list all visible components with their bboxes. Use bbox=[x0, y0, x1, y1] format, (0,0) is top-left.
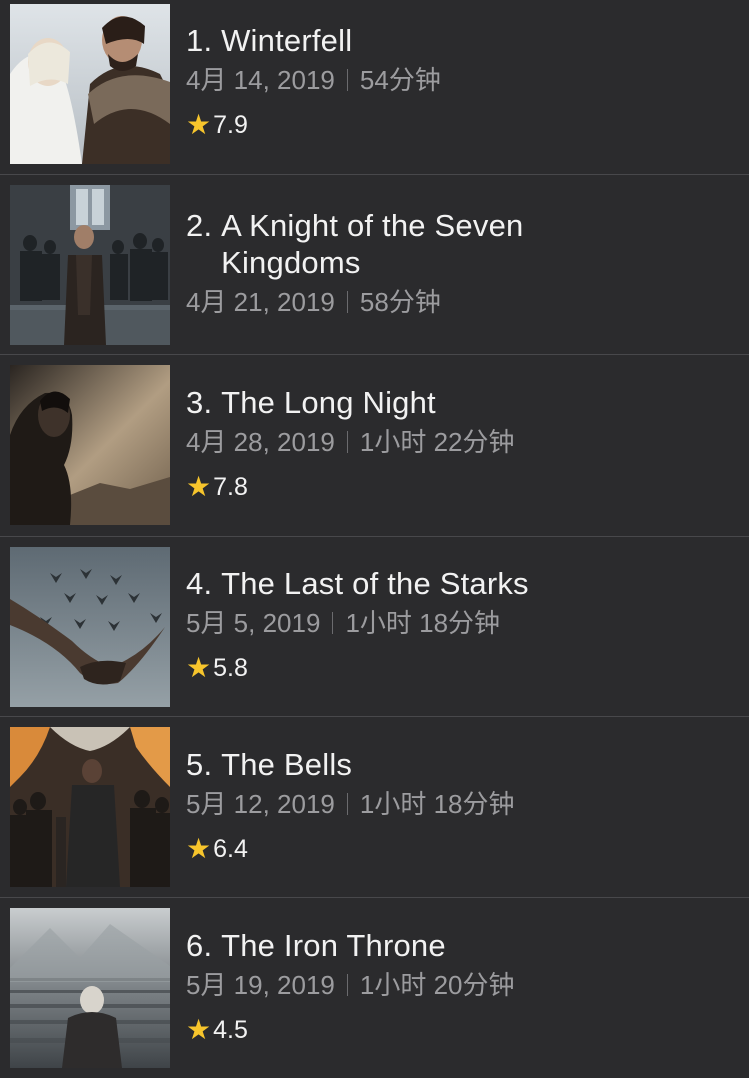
air-date: 4月 21, 2019 bbox=[186, 287, 335, 317]
episode-title: 1. Winterfell bbox=[186, 22, 729, 59]
episode-meta: 4月 28, 2019 1小时 22分钟 bbox=[186, 425, 729, 459]
long-night-still-image bbox=[10, 365, 170, 525]
rating-value: 7.9 bbox=[213, 111, 248, 139]
episode-number: 5. bbox=[186, 747, 213, 782]
rating: ★ 5.8 bbox=[186, 652, 729, 684]
episode-number: 6. bbox=[186, 928, 213, 963]
rating: ★ 6.4 bbox=[186, 833, 729, 865]
episode-title: 4. The Last of the Starks bbox=[186, 565, 729, 602]
episode-thumbnail[interactable] bbox=[10, 365, 170, 525]
episode-info: 3. The Long Night 4月 28, 2019 1小时 22分钟 ★… bbox=[186, 384, 729, 503]
rating-value: 6.4 bbox=[213, 835, 248, 863]
episode-title: 3. The Long Night bbox=[186, 384, 729, 421]
episode-thumbnail[interactable] bbox=[10, 4, 170, 164]
star-icon: ★ bbox=[186, 652, 212, 683]
episode-info: 5. The Bells 5月 12, 2019 1小时 18分钟 ★ 6.4 bbox=[186, 746, 729, 865]
episode-meta: 5月 5, 2019 1小时 18分钟 bbox=[186, 606, 729, 640]
runtime: 1小时 22分钟 bbox=[359, 427, 515, 457]
episode-info: 1. Winterfell 4月 14, 2019 54分钟 ★ 7.9 bbox=[186, 22, 729, 141]
episode-thumbnail[interactable] bbox=[10, 908, 170, 1068]
rating: ★ 4.5 bbox=[186, 1014, 729, 1046]
meta-divider bbox=[346, 291, 348, 313]
meta-divider bbox=[346, 431, 348, 453]
episode-name: The Last of the Starks bbox=[221, 566, 529, 601]
runtime: 54分钟 bbox=[359, 65, 441, 95]
iron-throne-still-image bbox=[10, 908, 170, 1068]
episode-title: 5. The Bells bbox=[186, 746, 729, 783]
runtime: 58分钟 bbox=[359, 287, 441, 317]
episode-number: 2. bbox=[186, 208, 213, 243]
winterfell-still-image bbox=[10, 4, 170, 164]
episode-thumbnail[interactable] bbox=[10, 185, 170, 345]
episode-meta: 5月 12, 2019 1小时 18分钟 bbox=[186, 787, 729, 821]
episode-number: 3. bbox=[186, 385, 213, 420]
meta-divider bbox=[332, 612, 334, 634]
episode-name: Winterfell bbox=[221, 23, 353, 58]
episode-meta: 5月 19, 2019 1小时 20分钟 bbox=[186, 968, 729, 1002]
runtime: 1小时 18分钟 bbox=[345, 608, 501, 638]
episode-name: The Bells bbox=[221, 747, 353, 782]
episode-meta: 4月 21, 2019 58分钟 bbox=[186, 285, 729, 319]
knight-still-image bbox=[10, 185, 170, 345]
episode-row-2[interactable]: 2. A Knight of the Seven Kingdoms 4月 21,… bbox=[0, 175, 749, 355]
episode-info: 4. The Last of the Starks 5月 5, 2019 1小时… bbox=[186, 565, 729, 684]
episode-thumbnail[interactable] bbox=[10, 727, 170, 887]
episode-title: 2. A Knight of the Seven Kingdoms bbox=[186, 207, 729, 281]
episode-info: 2. A Knight of the Seven Kingdoms 4月 21,… bbox=[186, 207, 729, 319]
star-icon: ★ bbox=[186, 833, 212, 864]
rating-value: 5.8 bbox=[213, 654, 248, 682]
rating-value: 7.8 bbox=[213, 473, 248, 501]
episode-title: 6. The Iron Throne bbox=[186, 927, 729, 964]
rating: ★ 7.8 bbox=[186, 471, 729, 503]
star-icon: ★ bbox=[186, 1014, 212, 1045]
episode-row-4[interactable]: 4. The Last of the Starks 5月 5, 2019 1小时… bbox=[0, 537, 749, 717]
air-date: 4月 14, 2019 bbox=[186, 65, 335, 95]
meta-divider bbox=[346, 793, 348, 815]
star-icon: ★ bbox=[186, 471, 212, 502]
episode-number: 4. bbox=[186, 566, 213, 601]
rating: ★ 7.9 bbox=[186, 109, 729, 141]
episode-name: A Knight of the Seven Kingdoms bbox=[221, 208, 524, 280]
runtime: 1小时 18分钟 bbox=[359, 789, 515, 819]
episode-row-1[interactable]: 1. Winterfell 4月 14, 2019 54分钟 ★ 7.9 bbox=[0, 0, 749, 175]
last-of-starks-still-image bbox=[10, 547, 170, 707]
star-icon: ★ bbox=[186, 109, 212, 140]
episode-number: 1. bbox=[186, 23, 213, 58]
episode-list: 1. Winterfell 4月 14, 2019 54分钟 ★ 7.9 2. … bbox=[0, 0, 749, 1078]
meta-divider bbox=[346, 69, 348, 91]
episode-info: 6. The Iron Throne 5月 19, 2019 1小时 20分钟 … bbox=[186, 927, 729, 1046]
episode-name: The Iron Throne bbox=[221, 928, 446, 963]
episode-thumbnail[interactable] bbox=[10, 547, 170, 707]
rating-value: 4.5 bbox=[213, 1016, 248, 1044]
runtime: 1小时 20分钟 bbox=[359, 970, 515, 1000]
air-date: 4月 28, 2019 bbox=[186, 427, 335, 457]
episode-row-3[interactable]: 3. The Long Night 4月 28, 2019 1小时 22分钟 ★… bbox=[0, 355, 749, 537]
episode-row-6[interactable]: 6. The Iron Throne 5月 19, 2019 1小时 20分钟 … bbox=[0, 898, 749, 1078]
episode-name: The Long Night bbox=[221, 385, 436, 420]
episode-meta: 4月 14, 2019 54分钟 bbox=[186, 63, 729, 97]
air-date: 5月 19, 2019 bbox=[186, 970, 335, 1000]
meta-divider bbox=[346, 974, 348, 996]
bells-still-image bbox=[10, 727, 170, 887]
air-date: 5月 5, 2019 bbox=[186, 608, 321, 638]
air-date: 5月 12, 2019 bbox=[186, 789, 335, 819]
episode-row-5[interactable]: 5. The Bells 5月 12, 2019 1小时 18分钟 ★ 6.4 bbox=[0, 717, 749, 898]
